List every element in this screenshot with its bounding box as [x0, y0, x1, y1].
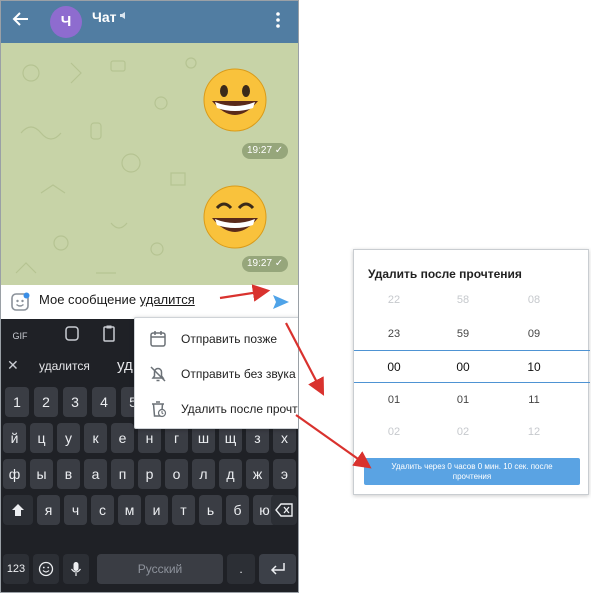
phone-screen: Ч Чат 19:27 ✓ 19:27 ✓ Мое сообщение удал… [0, 0, 299, 593]
backspace-icon [275, 503, 293, 517]
key-letter[interactable]: в [57, 459, 80, 489]
emoji-key[interactable] [33, 554, 59, 584]
menu-item-send-silent[interactable]: Отправить без звука [135, 357, 298, 391]
enter-icon [270, 563, 285, 575]
trash-timer-icon [152, 401, 167, 418]
send-icon[interactable] [271, 292, 291, 312]
hour-selected[interactable]: 00 [374, 360, 414, 374]
sticker-icon[interactable] [10, 292, 30, 312]
space-key[interactable]: Русский [97, 554, 223, 584]
key-4[interactable]: 4 [92, 387, 116, 417]
suggestion-left[interactable]: удалится [39, 353, 90, 379]
message-time: 19:27 ✓ [242, 143, 289, 159]
menu-item-send-later[interactable]: Отправить позже [135, 322, 298, 356]
second-option[interactable]: 11 [514, 394, 554, 406]
minute-option[interactable]: 59 [443, 328, 483, 340]
chat-title[interactable]: Чат [92, 9, 116, 25]
hour-option[interactable]: 23 [374, 328, 414, 340]
menu-item-label: Отправить без звука [181, 367, 296, 381]
key-2[interactable]: 2 [34, 387, 58, 417]
second-option[interactable]: 12 [514, 426, 554, 438]
selection-line-top [354, 350, 590, 351]
enter-key[interactable] [259, 554, 296, 584]
message-input[interactable]: Мое сообщение удалится [39, 292, 195, 307]
back-button[interactable] [11, 9, 33, 33]
sticker-keyboard-icon[interactable] [57, 322, 87, 346]
gif-button[interactable]: GIF [5, 324, 35, 348]
key-letter[interactable]: и [145, 495, 168, 525]
key-letter[interactable]: ь [199, 495, 222, 525]
suggestion-close-icon[interactable]: ✕ [7, 357, 19, 374]
punctuation-key[interactable]: . [227, 554, 255, 584]
menu-item-delete-after-read[interactable]: Удалить после прочтения [135, 392, 298, 426]
second-option[interactable]: 08 [514, 294, 554, 306]
emoji-icon [38, 561, 54, 577]
key-letter[interactable]: ф [3, 459, 26, 489]
key-letter[interactable]: р [138, 459, 161, 489]
key-letter[interactable]: б [226, 495, 249, 525]
key-letter[interactable]: а [84, 459, 107, 489]
minute-option[interactable]: 02 [443, 426, 483, 438]
minute-option[interactable]: 01 [443, 394, 483, 406]
more-vertical-icon[interactable] [275, 11, 283, 31]
numbers-key[interactable]: 123 [3, 554, 29, 584]
key-letter[interactable]: й [3, 423, 26, 453]
key-letter[interactable]: л [192, 459, 215, 489]
menu-item-label: Отправить позже [181, 332, 278, 346]
chat-header: Ч Чат [1, 1, 298, 43]
send-options-menu: Отправить позже Отправить без звука Удал… [134, 317, 298, 429]
message-input-bar: Мое сообщение удалится [1, 285, 298, 319]
suggestion-center[interactable]: уд [117, 353, 133, 379]
key-letter[interactable]: д [219, 459, 242, 489]
key-letter[interactable]: о [165, 459, 188, 489]
muted-icon [120, 12, 125, 19]
key-letter[interactable]: я [37, 495, 60, 525]
backspace-key[interactable] [271, 495, 297, 525]
chat-area: 19:27 ✓ 19:27 ✓ [1, 43, 298, 285]
bell-off-icon [150, 366, 166, 382]
key-letter[interactable]: ж [246, 459, 269, 489]
menu-item-label: Удалить после прочтения [181, 402, 298, 416]
minute-option[interactable]: 58 [443, 294, 483, 306]
second-option[interactable]: 09 [514, 328, 554, 340]
key-letter[interactable]: у [57, 423, 80, 453]
avatar[interactable]: Ч [50, 6, 82, 38]
clipboard-icon[interactable] [94, 322, 124, 346]
dialog-title: Удалить после прочтения [368, 267, 522, 281]
shift-icon [12, 504, 24, 516]
sticker-grinning-face[interactable] [202, 67, 268, 133]
hour-option[interactable]: 01 [374, 394, 414, 406]
sticker-grinning-squinting-face[interactable] [202, 184, 268, 250]
message-time: 19:27 ✓ [242, 256, 289, 272]
button-label-line1: Удалить через 0 часов 0 мин. 10 сек. пос… [391, 461, 553, 471]
delete-timer-dialog: Удалить после прочтения 22 23 00 01 02 5… [353, 249, 590, 495]
calendar-icon [150, 331, 166, 347]
key-3[interactable]: 3 [63, 387, 87, 417]
key-letter[interactable]: е [111, 423, 134, 453]
button-label-line2: прочтения [452, 471, 492, 481]
key-1[interactable]: 1 [5, 387, 29, 417]
key-letter[interactable]: ц [30, 423, 53, 453]
key-letter[interactable]: м [118, 495, 141, 525]
confirm-delete-timer-button[interactable]: Удалить через 0 часов 0 мин. 10 сек. пос… [364, 458, 580, 485]
key-letter[interactable]: с [91, 495, 114, 525]
second-selected[interactable]: 10 [514, 360, 554, 374]
arrow-left-icon [12, 12, 28, 26]
key-letter[interactable]: ч [64, 495, 87, 525]
hour-option[interactable]: 22 [374, 294, 414, 306]
shift-key[interactable] [3, 495, 33, 525]
key-letter[interactable]: п [111, 459, 134, 489]
microphone-icon [71, 562, 81, 576]
key-letter[interactable]: ы [30, 459, 53, 489]
selection-line-bottom [354, 382, 590, 383]
mic-key[interactable] [63, 554, 89, 584]
key-letter[interactable]: э [273, 459, 296, 489]
key-letter[interactable]: т [172, 495, 195, 525]
hour-option[interactable]: 02 [374, 426, 414, 438]
key-letter[interactable]: к [84, 423, 107, 453]
minute-selected[interactable]: 00 [443, 360, 483, 374]
